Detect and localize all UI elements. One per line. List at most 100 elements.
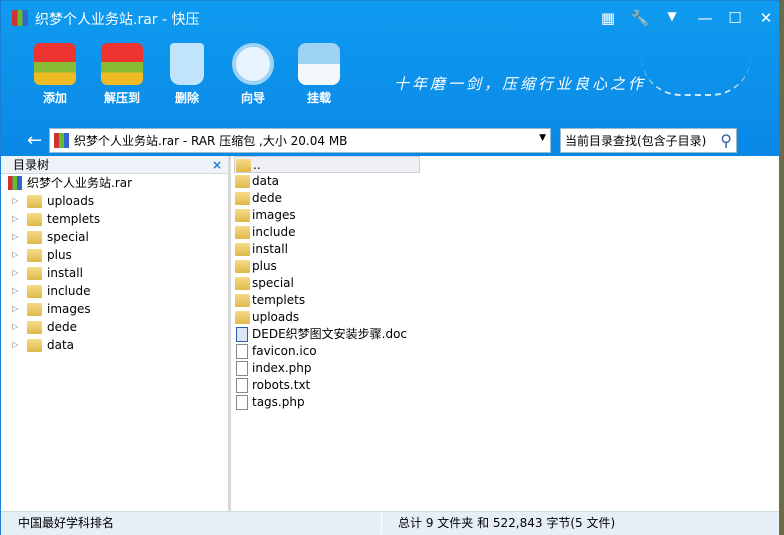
tree-item-label: install (47, 266, 83, 280)
folder-icon (235, 260, 250, 273)
wrench-icon[interactable]: 🔧 (630, 9, 650, 27)
window-title: 织梦个人业务站.rar - 快压 (35, 12, 200, 28)
folder-row[interactable]: install (234, 241, 779, 258)
file-name: templets (252, 293, 306, 307)
file-name: data (252, 174, 280, 188)
folder-icon (27, 249, 42, 262)
txt-file-icon (236, 378, 248, 393)
search-input[interactable]: 当前目录查找(包含子目录) ⚲ (560, 128, 737, 153)
tree-header: 目录树 × (1, 156, 228, 174)
address-bar[interactable]: 织梦个人业务站.rar - RAR 压缩包 ,大小 20.04 MB ▼ (49, 128, 551, 153)
file-row[interactable]: DEDE织梦图文安装步骤.doc (234, 326, 779, 343)
folder-row[interactable]: templets (234, 292, 779, 309)
drive-icon (298, 43, 340, 85)
app-icon (12, 10, 28, 26)
mount-label: 挂载 (306, 91, 331, 105)
expand-arrow-icon[interactable]: ▷ (12, 318, 18, 336)
tree-item[interactable]: ▷ templets (1, 210, 228, 228)
tree-item[interactable]: ▷ plus (1, 246, 228, 264)
tree-item[interactable]: ▷ images (1, 300, 228, 318)
tree-item[interactable]: ▷ data (1, 336, 228, 354)
mount-button[interactable]: 挂载 (289, 43, 349, 106)
folder-icon (235, 243, 250, 256)
dropdown-arrow-icon[interactable]: ▼ (539, 133, 546, 143)
folder-row[interactable]: include (234, 224, 779, 241)
tree-close-icon[interactable]: × (212, 156, 222, 174)
header: 织梦个人业务站.rar - 快压 ▦ 🔧 ▼ — ☐ ✕ 添加 解压到 删除 向… (1, 1, 779, 156)
file-row[interactable]: tags.php (234, 394, 779, 411)
folder-icon (235, 192, 250, 205)
folder-icon (27, 195, 42, 208)
expand-arrow-icon[interactable]: ▷ (12, 300, 18, 318)
tree-root[interactable]: 织梦个人业务站.rar (1, 174, 228, 192)
folder-row[interactable]: dede (234, 190, 779, 207)
slogan: 十年磨一剑，压缩行业良心之作 (394, 75, 647, 93)
wizard-button[interactable]: 向导 (223, 43, 283, 106)
tree-item[interactable]: ▷ special (1, 228, 228, 246)
tree-item-label: special (47, 230, 89, 244)
folder-icon (235, 294, 250, 307)
folder-icon (27, 285, 42, 298)
file-file-icon (236, 344, 248, 359)
file-row[interactable]: index.php (234, 360, 779, 377)
folder-row[interactable]: plus (234, 258, 779, 275)
folder-icon (236, 159, 251, 172)
close-icon[interactable]: ✕ (756, 9, 776, 27)
expand-arrow-icon[interactable]: ▷ (12, 282, 18, 300)
archive-icon (54, 133, 69, 148)
back-arrow-icon[interactable]: ← (27, 130, 42, 151)
file-list: .. data dede images include install plus speci… (234, 156, 779, 511)
address-text: 织梦个人业务站.rar - RAR 压缩包 ,大小 20.04 MB (74, 134, 348, 148)
tree-item-label: images (47, 302, 91, 316)
add-button[interactable]: 添加 (25, 43, 85, 106)
expand-arrow-icon[interactable]: ▷ (12, 192, 18, 210)
file-row[interactable]: favicon.ico (234, 343, 779, 360)
file-name: favicon.ico (252, 344, 317, 358)
search-placeholder: 当前目录查找(包含子目录) (565, 134, 707, 148)
tree-item[interactable]: ▷ uploads (1, 192, 228, 210)
tree-item[interactable]: ▷ install (1, 264, 228, 282)
add-archive-icon (34, 43, 76, 85)
status-left[interactable]: 中国最好学科排名 (18, 512, 114, 534)
folder-row[interactable]: special (234, 275, 779, 292)
file-name: dede (252, 191, 282, 205)
maximize-icon[interactable]: ☐ (725, 9, 745, 27)
tree-item-label: templets (47, 212, 101, 226)
folder-row[interactable]: data (234, 173, 779, 190)
expand-arrow-icon[interactable]: ▷ (12, 228, 18, 246)
expand-arrow-icon[interactable]: ▷ (12, 246, 18, 264)
grid-icon[interactable]: ▦ (598, 9, 618, 27)
folder-row[interactable]: uploads (234, 309, 779, 326)
tree-item-label: uploads (47, 194, 95, 208)
app-window: 织梦个人业务站.rar - 快压 ▦ 🔧 ▼ — ☐ ✕ 添加 解压到 删除 向… (0, 0, 780, 535)
tree-root-label: 织梦个人业务站.rar (27, 176, 133, 190)
menu-dropdown-icon[interactable]: ▼ (662, 9, 682, 23)
file-name: tags.php (252, 395, 305, 409)
doc-file-icon (236, 327, 248, 342)
extract-label: 解压到 (103, 91, 140, 105)
file-name: include (252, 225, 296, 239)
tree-item[interactable]: ▷ dede (1, 318, 228, 336)
file-row[interactable]: robots.txt (234, 377, 779, 394)
tree-item[interactable]: ▷ include (1, 282, 228, 300)
folder-icon (27, 339, 42, 352)
search-icon[interactable]: ⚲ (720, 131, 732, 150)
folder-row[interactable]: images (234, 207, 779, 224)
delete-button[interactable]: 删除 (157, 43, 217, 106)
file-name: index.php (252, 361, 312, 375)
expand-arrow-icon[interactable]: ▷ (12, 210, 18, 228)
folder-icon (27, 267, 42, 280)
folder-icon (27, 213, 42, 226)
tree-item-label: include (47, 284, 91, 298)
expand-arrow-icon[interactable]: ▷ (12, 264, 18, 282)
extract-icon (101, 43, 143, 85)
file-name: robots.txt (252, 378, 311, 392)
folder-icon (235, 277, 250, 290)
file-name: DEDE织梦图文安装步骤.doc (252, 327, 408, 341)
minimize-icon[interactable]: — (695, 9, 715, 27)
parent-folder-row[interactable]: .. (234, 156, 420, 173)
archive-icon (8, 176, 22, 190)
folder-icon (235, 311, 250, 324)
expand-arrow-icon[interactable]: ▷ (12, 336, 18, 354)
extract-button[interactable]: 解压到 (92, 43, 152, 106)
